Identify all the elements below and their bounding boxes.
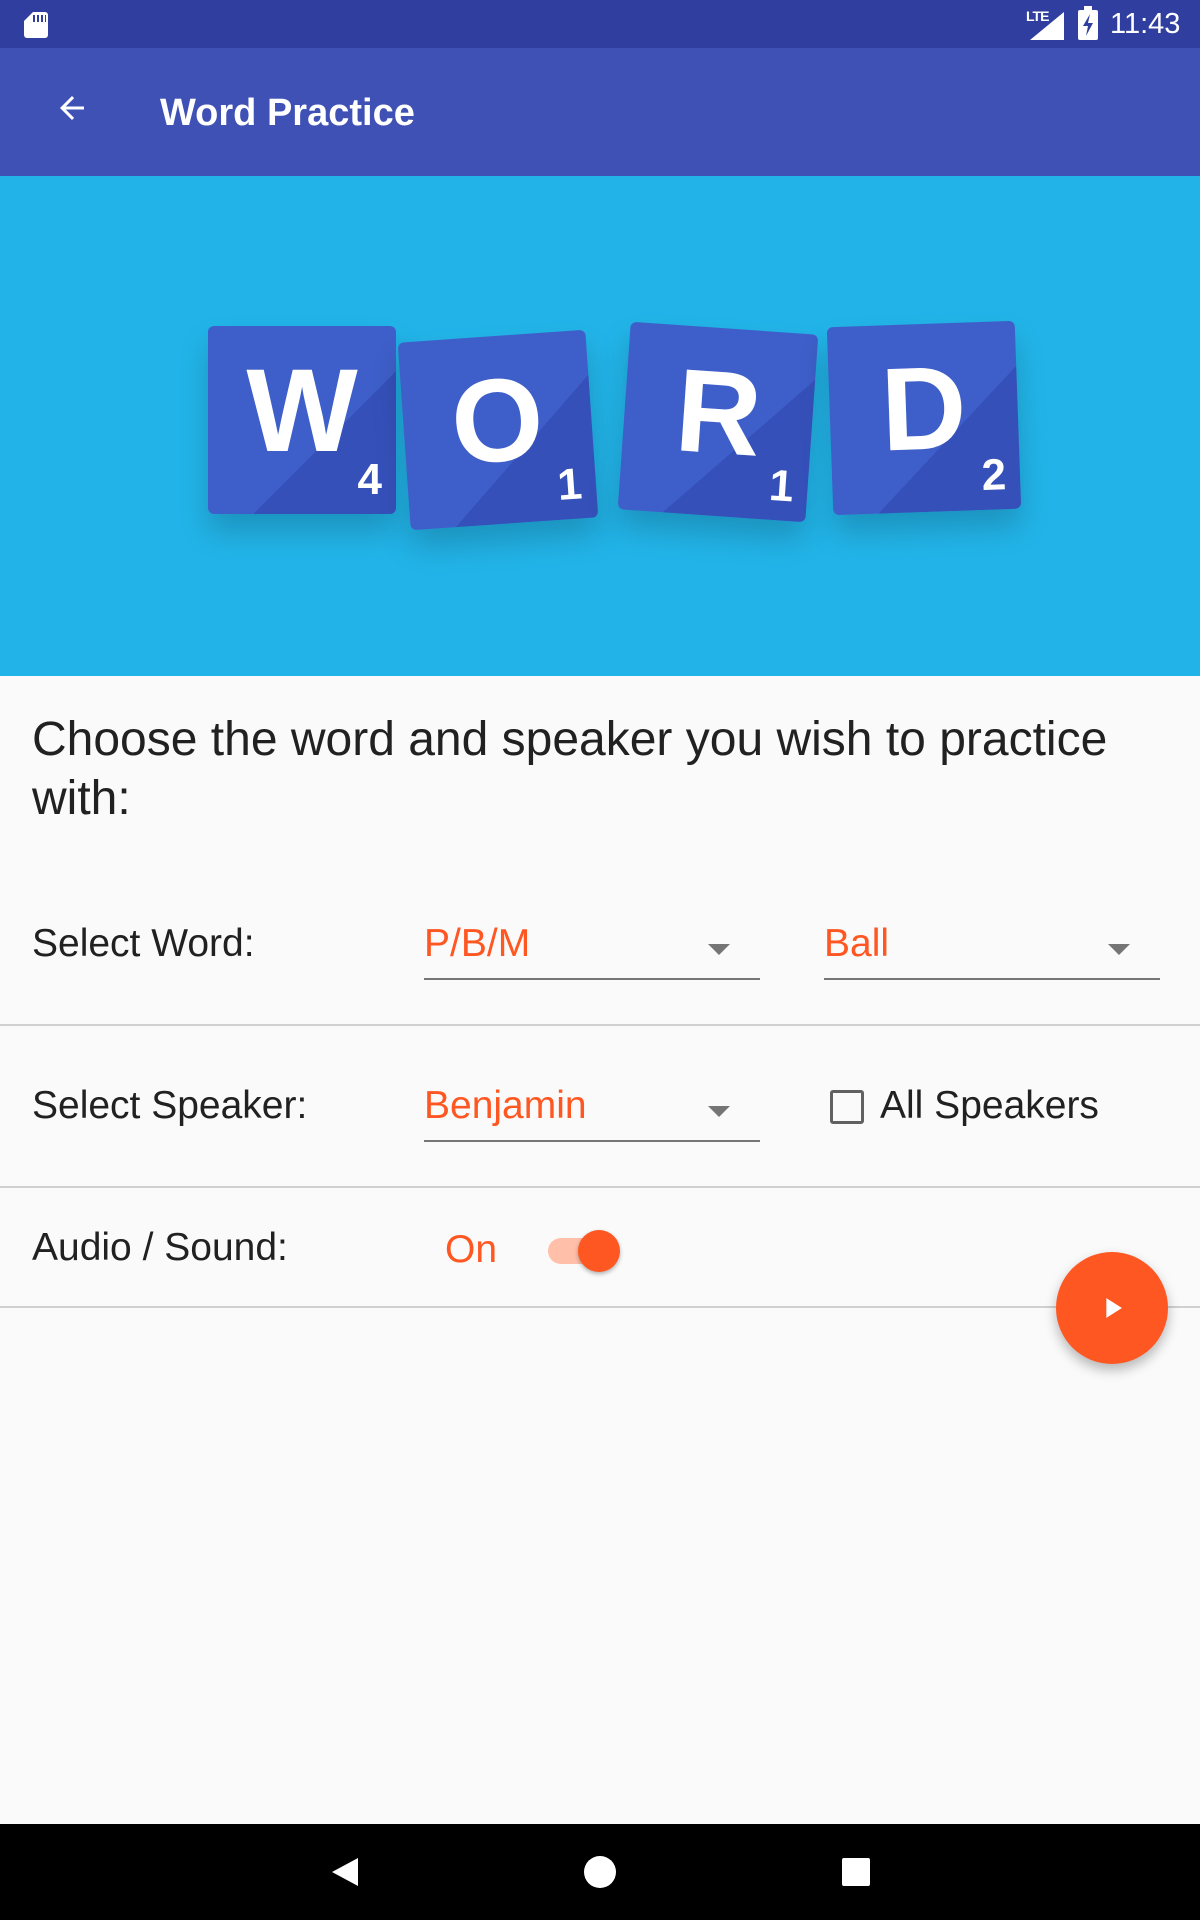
- word-dropdown[interactable]: Ball: [824, 922, 1160, 980]
- select-speaker-label: Select Speaker:: [32, 1084, 308, 1127]
- instructions-text: Choose the word and speaker you wish to …: [32, 713, 1108, 825]
- arrow-back-icon: [60, 96, 84, 120]
- hero-banner: W 4 O 1 R 1 D 2: [0, 176, 1200, 676]
- tile-score: 4: [357, 455, 382, 504]
- tile-letter: W: [246, 345, 358, 477]
- word-group-dropdown[interactable]: P/B/M: [424, 922, 760, 980]
- tile-score: 1: [555, 459, 584, 510]
- system-nav-bar: [0, 1824, 1200, 1920]
- tile-score: 2: [980, 450, 1007, 501]
- speaker-value: Benjamin: [424, 1084, 587, 1127]
- word-tile: R 1: [617, 321, 819, 523]
- back-button[interactable]: [38, 74, 106, 142]
- nav-home-icon[interactable]: [584, 1856, 616, 1888]
- word-tile: O 1: [397, 329, 599, 531]
- status-bar: LTE 11:43: [0, 0, 1200, 48]
- battery-charging-icon: [1078, 6, 1098, 40]
- dropdown-arrow-icon: [708, 944, 730, 955]
- dropdown-arrow-icon: [708, 1106, 730, 1117]
- nav-recents-icon[interactable]: [842, 1858, 870, 1886]
- tile-letter: R: [671, 344, 766, 482]
- app-bar: Word Practice: [0, 48, 1200, 176]
- toggle-thumb: [578, 1230, 620, 1272]
- word-group-value: P/B/M: [424, 922, 531, 965]
- play-button[interactable]: [1056, 1252, 1168, 1364]
- clock: 11:43: [1110, 8, 1181, 40]
- speaker-dropdown[interactable]: Benjamin: [424, 1084, 760, 1142]
- sd-card-icon: [24, 12, 48, 38]
- select-word-label: Select Word:: [32, 922, 255, 965]
- divider: [0, 1186, 1200, 1188]
- divider: [0, 1024, 1200, 1026]
- audio-state-text: On: [445, 1228, 498, 1271]
- play-icon: [1106, 1298, 1122, 1318]
- page-title: Word Practice: [160, 92, 415, 134]
- word-tile: W 4: [208, 326, 396, 514]
- dropdown-arrow-icon: [1108, 944, 1130, 955]
- divider: [0, 1306, 1200, 1308]
- tile-score: 1: [767, 460, 796, 512]
- signal-icon: [1030, 12, 1064, 40]
- word-tile: D 2: [826, 320, 1022, 516]
- all-speakers-checkbox[interactable]: [830, 1090, 864, 1124]
- word-value: Ball: [824, 922, 890, 965]
- audio-toggle[interactable]: [548, 1230, 620, 1272]
- audio-label: Audio / Sound:: [32, 1226, 288, 1269]
- all-speakers-label[interactable]: All Speakers: [880, 1084, 1099, 1128]
- nav-back-icon[interactable]: [328, 1846, 360, 1898]
